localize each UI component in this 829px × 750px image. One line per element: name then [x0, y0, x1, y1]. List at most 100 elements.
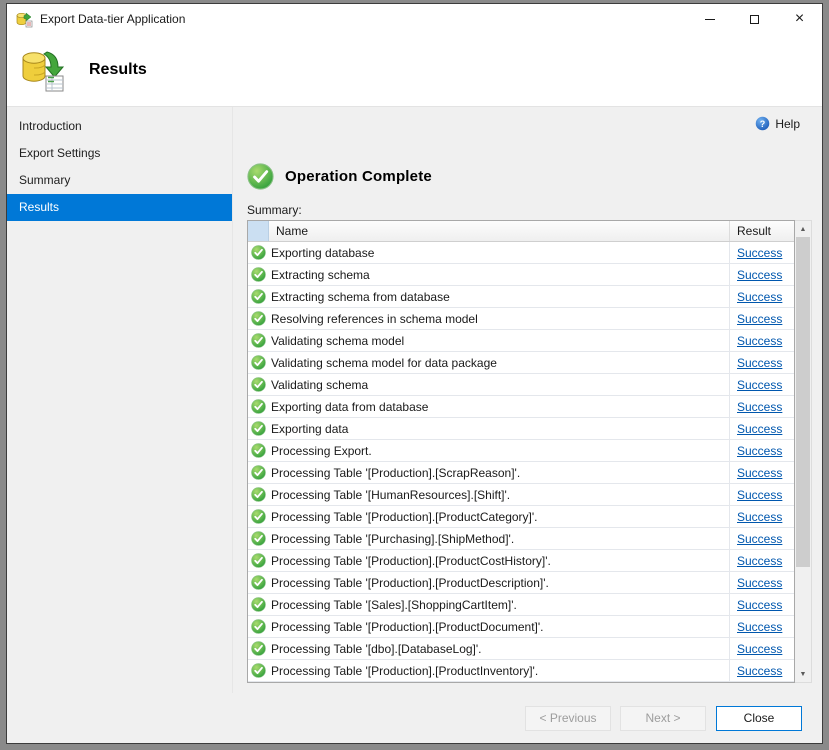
sidebar-item-summary[interactable]: Summary — [7, 167, 232, 194]
step-name: Exporting data — [269, 418, 730, 439]
result-link[interactable]: Success — [730, 638, 794, 659]
results-table-header: Name Result — [248, 221, 794, 242]
page-title: Results — [89, 61, 147, 79]
green-check-icon — [248, 484, 269, 505]
table-row[interactable]: Processing Table '[Sales].[ShoppingCartI… — [248, 594, 794, 616]
sidebar-item-export-settings[interactable]: Export Settings — [7, 140, 232, 167]
result-link[interactable]: Success — [730, 616, 794, 637]
step-name: Resolving references in schema model — [269, 308, 730, 329]
step-name: Processing Export. — [269, 440, 730, 461]
titlebar[interactable]: Export Data-tier Application × — [7, 4, 822, 34]
result-link[interactable]: Success — [730, 550, 794, 571]
result-link[interactable]: Success — [730, 594, 794, 615]
result-link[interactable]: Success — [730, 484, 794, 505]
database-export-icon — [19, 46, 67, 94]
green-check-icon — [248, 396, 269, 417]
minimize-icon — [705, 19, 715, 20]
table-row[interactable]: Processing Table '[Production].[ProductD… — [248, 616, 794, 638]
table-row[interactable]: Processing Table '[Production].[ScrapRea… — [248, 462, 794, 484]
result-link[interactable]: Success — [730, 308, 794, 329]
next-button[interactable]: Next > — [620, 706, 706, 731]
status-row: Operation Complete — [247, 163, 822, 190]
help-icon: ? — [755, 116, 770, 131]
scrollbar-thumb[interactable] — [796, 237, 810, 567]
maximize-button[interactable] — [732, 4, 777, 34]
help-row: ? Help — [755, 116, 800, 136]
step-name: Processing Table '[Production].[ProductC… — [269, 506, 730, 527]
result-column-header[interactable]: Result — [730, 221, 794, 241]
close-window-button[interactable]: × — [777, 4, 822, 34]
green-check-icon — [248, 528, 269, 549]
result-link[interactable]: Success — [730, 396, 794, 417]
step-name: Processing Table '[dbo].[DatabaseLog]'. — [269, 638, 730, 659]
export-dac-wizard-window: Export Data-tier Application × — [6, 3, 823, 744]
results-table-wrap: Name Result Exporting database Success E… — [247, 220, 822, 683]
step-name: Processing Table '[Purchasing].[ShipMeth… — [269, 528, 730, 549]
close-button[interactable]: Close — [716, 706, 802, 731]
green-check-icon — [248, 352, 269, 373]
operation-complete-title: Operation Complete — [285, 168, 432, 185]
table-row[interactable]: Processing Table '[dbo].[DatabaseLog]'. … — [248, 638, 794, 660]
green-check-icon — [248, 286, 269, 307]
table-row[interactable]: Processing Table '[Production].[ProductC… — [248, 506, 794, 528]
result-link[interactable]: Success — [730, 660, 794, 681]
table-row[interactable]: Validating schema model for data package… — [248, 352, 794, 374]
summary-label: Summary: — [247, 203, 822, 217]
table-row[interactable]: Processing Table '[Production].[ProductC… — [248, 550, 794, 572]
close-icon: × — [795, 11, 804, 27]
result-link[interactable]: Success — [730, 286, 794, 307]
result-link[interactable]: Success — [730, 330, 794, 351]
result-link[interactable]: Success — [730, 352, 794, 373]
result-link[interactable]: Success — [730, 418, 794, 439]
table-row[interactable]: Processing Table '[Production].[ProductI… — [248, 660, 794, 682]
step-name: Extracting schema from database — [269, 286, 730, 307]
table-row[interactable]: Processing Table '[Production].[ProductD… — [248, 572, 794, 594]
result-link[interactable]: Success — [730, 572, 794, 593]
result-link[interactable]: Success — [730, 264, 794, 285]
green-check-icon — [248, 418, 269, 439]
green-check-icon — [248, 330, 269, 351]
previous-button[interactable]: < Previous — [525, 706, 611, 731]
result-link[interactable]: Success — [730, 242, 794, 263]
table-row[interactable]: Processing Table '[HumanResources].[Shif… — [248, 484, 794, 506]
result-link[interactable]: Success — [730, 374, 794, 395]
result-link[interactable]: Success — [730, 462, 794, 483]
minimize-button[interactable] — [687, 4, 732, 34]
table-row[interactable]: Validating schema Success — [248, 374, 794, 396]
table-scrollbar[interactable]: ▲ ▼ — [795, 220, 812, 683]
table-row[interactable]: Resolving references in schema model Suc… — [248, 308, 794, 330]
step-name: Processing Table '[Production].[ScrapRea… — [269, 462, 730, 483]
icon-column-header[interactable] — [248, 221, 269, 241]
scrollbar-track[interactable] — [795, 237, 811, 666]
sidebar-item-results[interactable]: Results — [7, 194, 232, 221]
green-check-icon — [248, 440, 269, 461]
green-check-icon — [248, 594, 269, 615]
step-name: Processing Table '[Production].[ProductD… — [269, 572, 730, 593]
result-link[interactable]: Success — [730, 440, 794, 461]
results-table-body: Exporting database Success Extracting sc… — [248, 242, 794, 682]
scrollbar-down-arrow-icon[interactable]: ▼ — [795, 666, 811, 682]
help-label: Help — [775, 117, 800, 131]
table-row[interactable]: Extracting schema from database Success — [248, 286, 794, 308]
table-row[interactable]: Exporting data from database Success — [248, 396, 794, 418]
green-check-icon — [248, 374, 269, 395]
result-link[interactable]: Success — [730, 506, 794, 527]
table-row[interactable]: Exporting database Success — [248, 242, 794, 264]
table-row[interactable]: Processing Table '[Purchasing].[ShipMeth… — [248, 528, 794, 550]
table-row[interactable]: Extracting schema Success — [248, 264, 794, 286]
table-row[interactable]: Processing Export. Success — [248, 440, 794, 462]
wizard-header-banner: Results — [7, 34, 822, 107]
table-row[interactable]: Validating schema model Success — [248, 330, 794, 352]
window-title: Export Data-tier Application — [40, 12, 185, 26]
step-name: Exporting database — [269, 242, 730, 263]
green-check-icon — [248, 462, 269, 483]
green-check-icon — [248, 506, 269, 527]
green-check-icon — [248, 308, 269, 329]
result-link[interactable]: Success — [730, 528, 794, 549]
sidebar-item-introduction[interactable]: Introduction — [7, 113, 232, 140]
name-column-header[interactable]: Name — [269, 221, 730, 241]
help-link[interactable]: ? Help — [755, 116, 800, 131]
table-row[interactable]: Exporting data Success — [248, 418, 794, 440]
scrollbar-up-arrow-icon[interactable]: ▲ — [795, 221, 811, 237]
operation-complete-check-icon — [247, 163, 274, 190]
